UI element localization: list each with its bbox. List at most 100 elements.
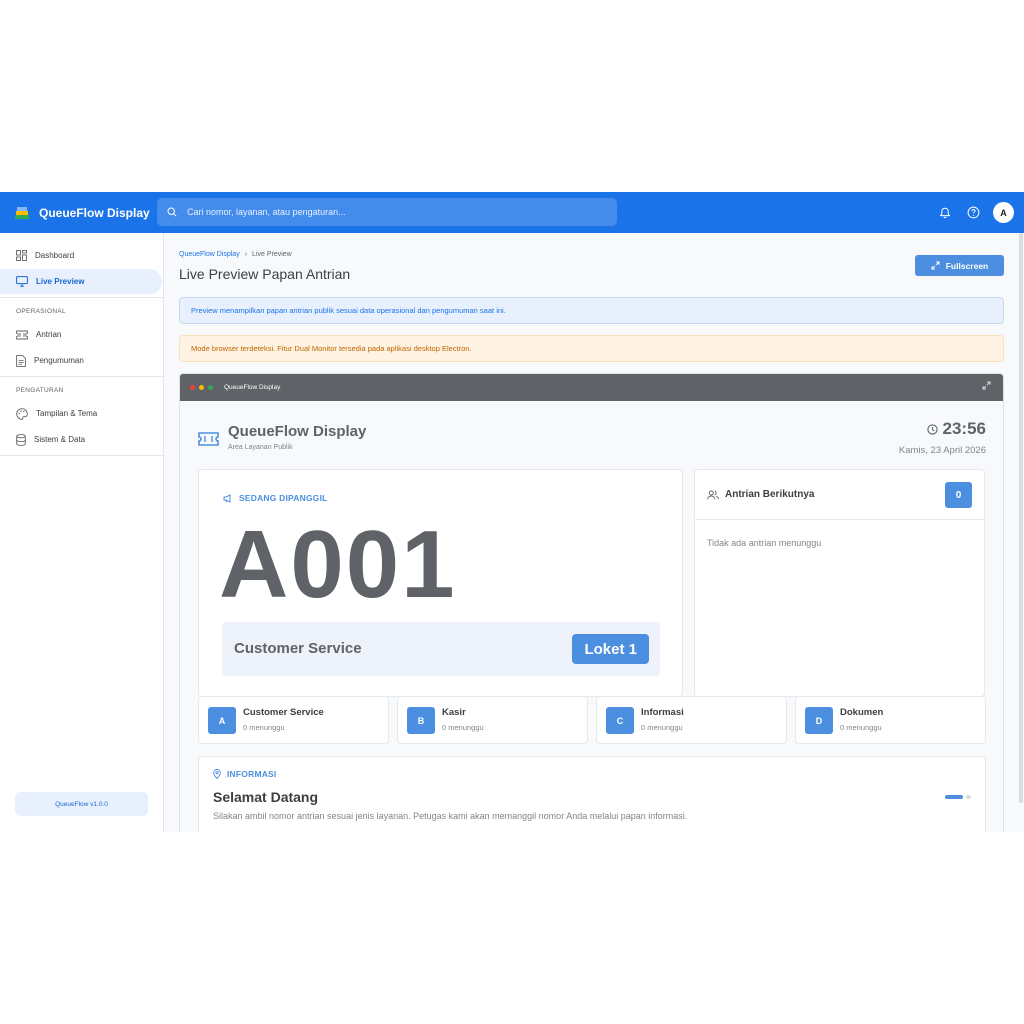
database-icon — [16, 433, 26, 446]
warning-alert: Mode browser terdeteksi. Fitur Dual Moni… — [179, 335, 1004, 362]
app-window: QueueFlow Display A Dashboard Live Previ… — [0, 192, 1024, 832]
location-pin-icon — [213, 769, 221, 779]
next-queue-count-badge: 0 — [945, 482, 972, 508]
app-logo-icon — [15, 206, 29, 219]
search-input[interactable] — [187, 207, 587, 217]
maximize-dot-icon — [208, 385, 213, 390]
sidebar: Dashboard Live Preview OPERASIONAL Antri… — [0, 233, 164, 832]
help-button[interactable] — [965, 205, 981, 221]
section-title-pengaturan: PENGATURAN — [16, 387, 64, 394]
sidebar-divider — [0, 455, 163, 456]
now-serving-card: SEDANG DIPANGGIL A001 Customer Service L… — [198, 469, 683, 697]
info-title: Selamat Datang — [213, 789, 319, 805]
counter-badge: Loket 1 — [572, 634, 649, 664]
main-content: QueueFlow Display › Live Preview Live Pr… — [164, 233, 1024, 832]
service-waiting: 0 menunggu — [641, 723, 683, 732]
version-badge: QueueFlow v1.0.0 — [15, 792, 148, 816]
ticket-icon — [198, 432, 219, 446]
top-actions: A — [937, 202, 1014, 223]
breadcrumb-root-link[interactable]: QueueFlow Display — [179, 251, 240, 258]
app-title: QueueFlow Display — [39, 205, 150, 220]
next-queue-title: Antrian Berikutnya — [725, 489, 815, 500]
service-name: Informasi — [641, 707, 684, 718]
ticket-icon — [16, 330, 28, 339]
expand-icon[interactable] — [982, 381, 991, 390]
sidebar-item-live-preview[interactable]: Live Preview — [0, 269, 162, 294]
megaphone-icon — [223, 493, 231, 503]
page-title: Live Preview Papan Antrian — [179, 266, 351, 282]
service-card-a: A Customer Service 0 menunggu — [198, 696, 389, 744]
fullscreen-label: Fullscreen — [945, 260, 989, 271]
display-subtitle: Area Layanan Publik — [228, 444, 293, 451]
service-letter-badge: D — [805, 707, 833, 734]
now-serving-label: SEDANG DIPANGGIL — [223, 493, 328, 503]
display-board: QueueFlow Display Area Layanan Publik 23… — [180, 401, 1003, 832]
sidebar-item-sistem-data[interactable]: Sistem & Data — [0, 427, 163, 452]
display-title: QueueFlow Display — [228, 423, 367, 440]
notification-button[interactable] — [937, 205, 953, 221]
sidebar-item-antrian[interactable]: Antrian — [0, 322, 163, 347]
info-label: INFORMASI — [213, 769, 277, 779]
sidebar-item-tampilan-tema[interactable]: Tampilan & Tema — [0, 401, 163, 426]
bell-icon — [939, 207, 951, 218]
palette-icon — [16, 407, 28, 420]
next-queue-header: Antrian Berikutnya — [695, 470, 984, 520]
fullscreen-button[interactable]: Fullscreen — [915, 255, 1004, 276]
sidebar-item-label: Live Preview — [36, 277, 85, 286]
service-letter-badge: A — [208, 707, 236, 734]
now-serving-number: A001 — [219, 511, 457, 618]
pager-dot[interactable] — [966, 795, 971, 799]
close-dot-icon — [190, 385, 195, 390]
monitor-icon — [16, 276, 28, 287]
service-waiting: 0 menunggu — [243, 723, 285, 732]
users-icon — [707, 490, 719, 499]
expand-icon — [931, 261, 940, 270]
clock-time: 23:56 — [942, 419, 986, 438]
section-title-operasional: OPERASIONAL — [16, 308, 66, 315]
service-card-b: B Kasir 0 menunggu — [397, 696, 588, 744]
service-waiting: 0 menunggu — [840, 723, 882, 732]
sidebar-item-label: Tampilan & Tema — [36, 409, 98, 418]
service-letter-badge: B — [407, 707, 435, 734]
minimize-dot-icon — [199, 385, 204, 390]
now-serving-label-text: SEDANG DIPANGGIL — [239, 493, 328, 503]
avatar[interactable]: A — [993, 202, 1014, 223]
sidebar-item-label: Pengumuman — [34, 356, 84, 365]
clock-icon — [926, 423, 938, 435]
preview-window-bar: QueueFlow Display — [180, 374, 1003, 401]
service-list: A Customer Service 0 menunggu B Kasir 0 … — [198, 696, 986, 744]
service-waiting: 0 menunggu — [442, 723, 484, 732]
service-name: Customer Service — [243, 707, 324, 718]
preview-window-title: QueueFlow Display — [224, 384, 281, 391]
service-name: Kasir — [442, 707, 466, 718]
info-text: Silakan ambil nomor antrian sesuai jenis… — [213, 811, 688, 821]
brand[interactable]: QueueFlow Display — [0, 206, 156, 220]
info-card: INFORMASI Selamat Datang Silakan ambil n… — [198, 756, 986, 832]
dashboard-icon — [16, 250, 27, 261]
next-queue-card: Antrian Berikutnya 0 Tidak ada antrian m… — [694, 469, 985, 697]
sidebar-item-dashboard[interactable]: Dashboard — [0, 243, 163, 268]
sidebar-item-label: Antrian — [36, 330, 62, 339]
pager-dot-active[interactable] — [945, 795, 963, 799]
document-icon — [16, 354, 26, 367]
search-bar[interactable] — [157, 198, 617, 226]
now-serving-service: Customer Service — [234, 640, 362, 657]
now-serving-service-box: Customer Service Loket 1 — [222, 622, 660, 676]
top-bar: QueueFlow Display A — [0, 192, 1024, 233]
breadcrumb-separator: › — [244, 251, 248, 258]
sidebar-item-label: Dashboard — [35, 251, 75, 260]
sidebar-item-pengumuman[interactable]: Pengumuman — [0, 348, 163, 373]
next-queue-empty-text: Tidak ada antrian menunggu — [707, 538, 822, 548]
preview-frame: QueueFlow Display QueueFlow Display Area… — [179, 373, 1004, 832]
sidebar-item-label: Sistem & Data — [34, 435, 86, 444]
breadcrumb: QueueFlow Display › Live Preview — [179, 251, 292, 258]
service-card-c: C Informasi 0 menunggu — [596, 696, 787, 744]
service-letter-badge: C — [606, 707, 634, 734]
clock-date: Kamis, 23 April 2026 — [898, 445, 986, 456]
info-pager[interactable] — [945, 795, 971, 799]
service-card-d: D Dokumen 0 menunggu — [795, 696, 986, 744]
info-label-text: INFORMASI — [227, 769, 277, 779]
info-alert: Preview menampilkan papan antrian publik… — [179, 297, 1004, 324]
clock: 23:56 — [926, 419, 986, 439]
main-scrollbar[interactable] — [1019, 233, 1023, 803]
